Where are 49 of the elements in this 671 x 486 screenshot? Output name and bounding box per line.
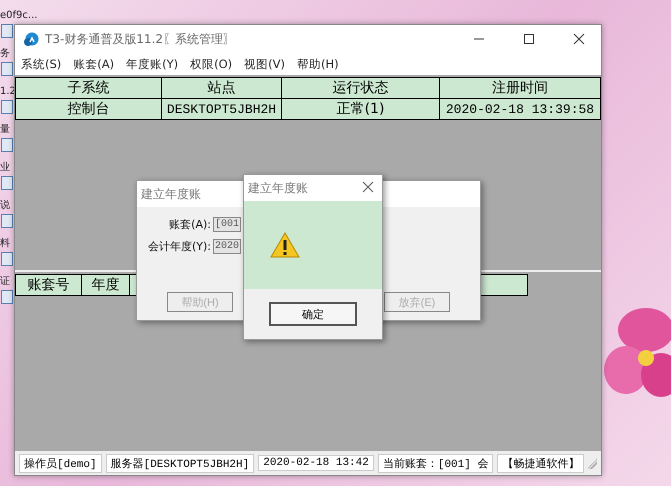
icon-label[interactable]: 说 [0, 200, 10, 212]
window-title: T3-财务通普及版11.2〖系统管理〗 [45, 30, 236, 48]
column-header: 账套号 [16, 274, 82, 296]
field-label: 会计年度(Y): [146, 238, 211, 254]
input-field[interactable]: [001 [213, 216, 242, 232]
menu-item[interactable]: 视图(V) [244, 56, 285, 72]
column-header: 运行状态 [282, 78, 440, 98]
icon-label[interactable]: 料 [0, 238, 10, 250]
file-icon[interactable] [1, 62, 13, 76]
menu-item[interactable]: 权限(O) [190, 56, 232, 72]
icon-label[interactable]: 证 [0, 276, 10, 288]
status-field: 服务器[DESKTOPT5JBH2H] [106, 454, 254, 472]
input-field[interactable]: 2020 [213, 238, 242, 254]
icon-label[interactable]: 务 [0, 48, 10, 60]
file-icon[interactable] [1, 176, 13, 190]
column-header: 年度 [82, 274, 130, 296]
status-field: 2020-02-18 13:42 [258, 455, 374, 471]
close-icon [362, 181, 374, 193]
table-cell: 控制台 [16, 98, 162, 120]
app-logo-icon [23, 31, 39, 47]
field-label: 账套(A): [168, 216, 211, 232]
file-icon[interactable] [1, 290, 13, 304]
table-cell: 正常(1) [282, 98, 440, 120]
file-icon[interactable] [1, 138, 13, 152]
menu-item[interactable]: 帮助(H) [297, 56, 339, 72]
column-header: 注册时间 [440, 78, 600, 98]
table-cell: DESKTOPT5JBH2H [162, 98, 282, 120]
ok-button[interactable]: 确定 [269, 302, 357, 326]
menu-item[interactable]: 年度账(Y) [126, 56, 178, 72]
menu-item[interactable]: 系统(S) [21, 56, 62, 72]
close-icon [573, 33, 585, 45]
warning-icon [270, 232, 300, 258]
column-header: 站点 [162, 78, 282, 98]
icon-label[interactable]: e0f9c... [0, 10, 38, 22]
file-icon[interactable] [1, 214, 13, 228]
icon-label[interactable]: 业 [0, 162, 10, 174]
column-header: 子系统 [16, 78, 162, 98]
table-cell: 2020-02-18 13:39:58 [440, 98, 600, 120]
file-icon[interactable] [1, 100, 13, 114]
status-field: 【畅捷通软件】 [497, 454, 584, 472]
menu-item[interactable]: 账套(A) [73, 56, 114, 72]
dialog-title: 建立年度账 [248, 180, 308, 196]
status-field: 当前账套：[001] 会 [378, 454, 494, 472]
maximize-icon [523, 33, 535, 45]
icon-label[interactable]: 量 [0, 124, 10, 136]
file-icon[interactable] [1, 24, 13, 38]
file-icon[interactable] [1, 252, 13, 266]
status-field: 操作员[demo] [19, 454, 102, 472]
close-button[interactable] [362, 181, 376, 195]
